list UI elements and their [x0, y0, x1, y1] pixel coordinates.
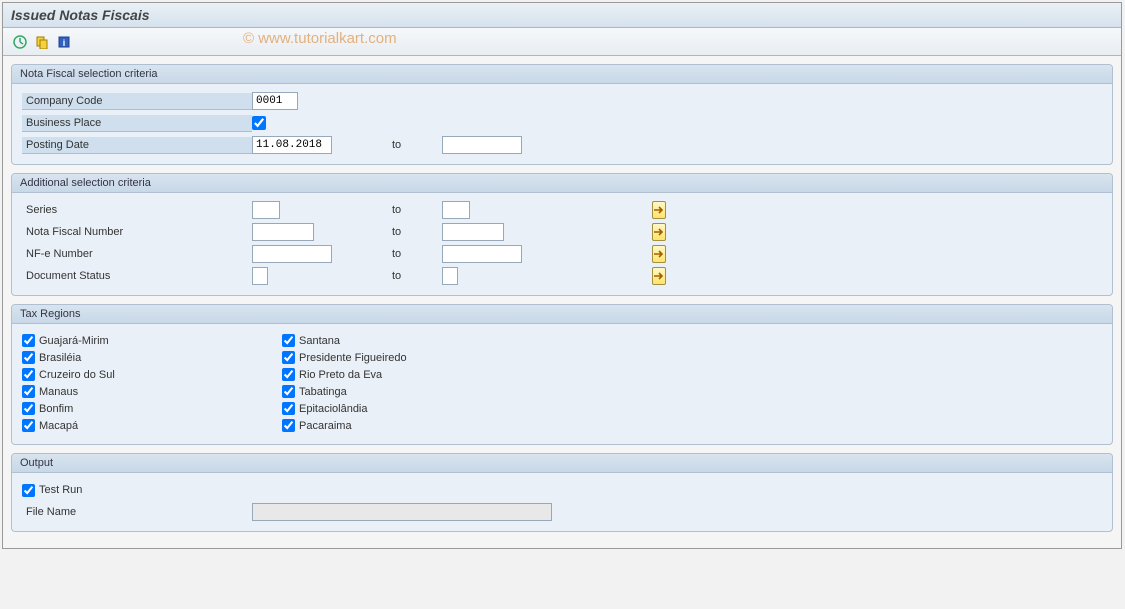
- app-toolbar: i © www.tutorialkart.com: [3, 28, 1121, 56]
- tax-region-label: Cruzeiro do Sul: [39, 369, 115, 381]
- svg-text:i: i: [63, 38, 66, 48]
- series-more-button[interactable]: [652, 201, 666, 219]
- tax-region-label: Epitaciolândia: [299, 403, 368, 415]
- series-to-label: to: [392, 204, 442, 216]
- company-code-input[interactable]: [252, 92, 298, 110]
- tax-region-checkbox[interactable]: [22, 402, 35, 415]
- info-icon[interactable]: i: [55, 33, 73, 51]
- posting-date-to-input[interactable]: [442, 136, 522, 154]
- tax-region-checkbox[interactable]: [282, 351, 295, 364]
- posting-date-to-label: to: [392, 139, 442, 151]
- group-additional: Additional selection criteria Series to …: [11, 173, 1113, 296]
- tax-region-label: Manaus: [39, 386, 78, 398]
- group-tax-title: Tax Regions: [12, 305, 1112, 324]
- content-area: Nota Fiscal selection criteria Company C…: [3, 56, 1121, 548]
- tax-region-label: Rio Preto da Eva: [299, 369, 382, 381]
- nfnum-label: Nota Fiscal Number: [22, 224, 252, 240]
- test-run-checkbox[interactable]: [22, 484, 35, 497]
- docstat-to-label: to: [392, 270, 442, 282]
- app-window: Issued Notas Fiscais i © www.tutorialkar…: [2, 2, 1122, 549]
- nfnum-more-button[interactable]: [652, 223, 666, 241]
- tax-region-label: Brasiléia: [39, 352, 81, 364]
- group-nf-selection: Nota Fiscal selection criteria Company C…: [11, 64, 1113, 165]
- tax-region-checkbox[interactable]: [22, 351, 35, 364]
- tax-region-checkbox[interactable]: [22, 419, 35, 432]
- posting-date-label: Posting Date: [22, 137, 252, 154]
- group-add-title: Additional selection criteria: [12, 174, 1112, 193]
- nfe-from-input[interactable]: [252, 245, 332, 263]
- page-title: Issued Notas Fiscais: [11, 7, 150, 23]
- tax-region-label: Tabatinga: [299, 386, 347, 398]
- nfnum-to-label: to: [392, 226, 442, 238]
- tax-region-checkbox[interactable]: [22, 385, 35, 398]
- execute-icon[interactable]: [11, 33, 29, 51]
- docstat-more-button[interactable]: [652, 267, 666, 285]
- tax-regions-grid: Guajará-Mirim Santana Brasiléia Presiden…: [22, 330, 1102, 436]
- tax-region-label: Macapá: [39, 420, 78, 432]
- series-from-input[interactable]: [252, 201, 280, 219]
- tax-region-label: Presidente Figueiredo: [299, 352, 407, 364]
- tax-region-checkbox[interactable]: [282, 402, 295, 415]
- nfnum-from-input[interactable]: [252, 223, 314, 241]
- group-output: Output Test Run File Name: [11, 453, 1113, 532]
- business-place-label: Business Place: [22, 115, 252, 132]
- nfe-label: NF-e Number: [22, 246, 252, 262]
- file-name-label: File Name: [22, 504, 252, 520]
- tax-region-checkbox[interactable]: [282, 419, 295, 432]
- group-nf-title: Nota Fiscal selection criteria: [12, 65, 1112, 84]
- nfe-to-label: to: [392, 248, 442, 260]
- test-run-label: Test Run: [39, 484, 82, 496]
- variant-icon[interactable]: [33, 33, 51, 51]
- group-tax-regions: Tax Regions Guajará-Mirim Santana Brasil…: [11, 304, 1113, 445]
- nfe-more-button[interactable]: [652, 245, 666, 263]
- tax-region-label: Pacaraima: [299, 420, 352, 432]
- group-output-title: Output: [12, 454, 1112, 473]
- docstat-to-input[interactable]: [442, 267, 458, 285]
- nfe-to-input[interactable]: [442, 245, 522, 263]
- tax-region-checkbox[interactable]: [282, 385, 295, 398]
- series-to-input[interactable]: [442, 201, 470, 219]
- business-place-checkbox[interactable]: [252, 116, 266, 130]
- company-code-label: Company Code: [22, 93, 252, 110]
- watermark-text: © www.tutorialkart.com: [243, 30, 397, 47]
- tax-region-label: Guajará-Mirim: [39, 335, 109, 347]
- docstat-label: Document Status: [22, 268, 252, 284]
- docstat-from-input[interactable]: [252, 267, 268, 285]
- file-name-input[interactable]: [252, 503, 552, 521]
- tax-region-checkbox[interactable]: [282, 368, 295, 381]
- tax-region-label: Bonfim: [39, 403, 73, 415]
- posting-date-from-input[interactable]: [252, 136, 332, 154]
- tax-region-label: Santana: [299, 335, 340, 347]
- tax-region-checkbox[interactable]: [22, 368, 35, 381]
- tax-region-checkbox[interactable]: [282, 334, 295, 347]
- tax-region-checkbox[interactable]: [22, 334, 35, 347]
- page-title-bar: Issued Notas Fiscais: [3, 3, 1121, 28]
- series-label: Series: [22, 202, 252, 218]
- nfnum-to-input[interactable]: [442, 223, 504, 241]
